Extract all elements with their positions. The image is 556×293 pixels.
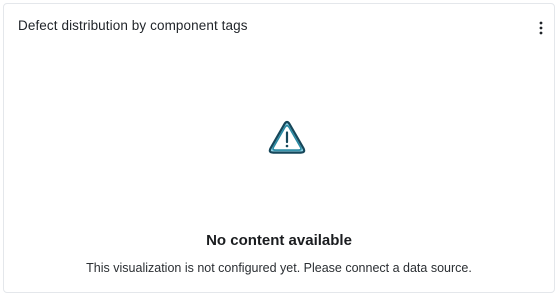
widget-title: Defect distribution by component tags bbox=[18, 18, 248, 33]
more-vertical-icon bbox=[539, 21, 543, 35]
warning-triangle-icon bbox=[267, 120, 307, 156]
empty-state-description: This visualization is not configured yet… bbox=[86, 261, 472, 275]
widget-menu-button[interactable] bbox=[532, 18, 550, 38]
empty-state-title: No content available bbox=[206, 232, 352, 249]
visualization-widget: Defect distribution by component tags No… bbox=[3, 3, 555, 293]
